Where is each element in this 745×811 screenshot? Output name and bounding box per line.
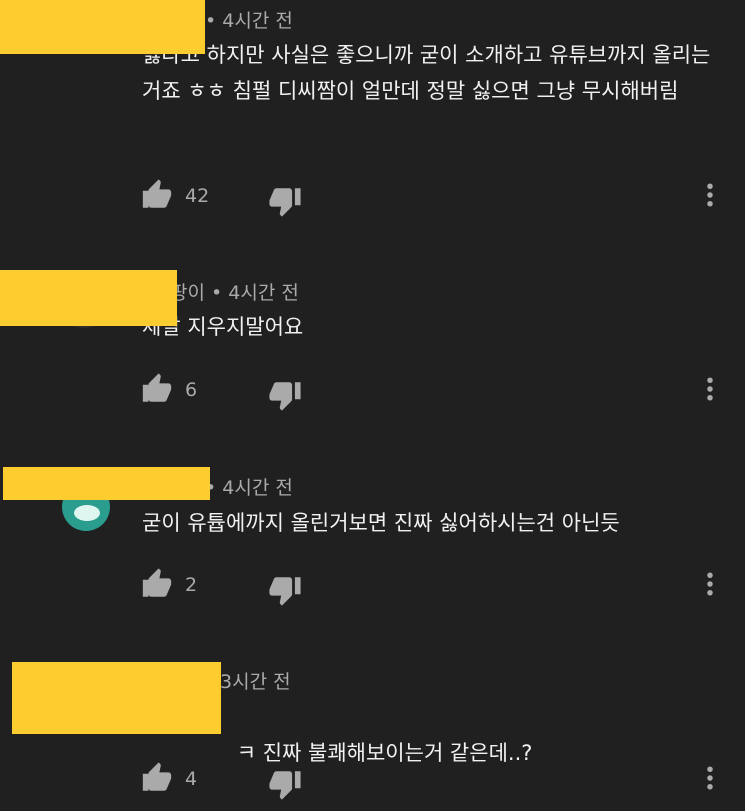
comment-actions: 2 [0, 565, 745, 607]
more-vert-icon[interactable] [695, 374, 725, 404]
comment-time[interactable]: 4시간 전 [222, 477, 293, 499]
like-count: 42 [185, 185, 210, 207]
redaction-overlay [3, 467, 210, 500]
like-icon[interactable] [140, 567, 174, 601]
comment-time[interactable]: 4시간 전 [222, 10, 293, 32]
comment-1: • 4시간 전 싫다고 하지만 사실은 좋으니까 굳이 소개하고 유튜브까지 올… [0, 0, 745, 240]
like-count: 6 [185, 379, 198, 401]
comment-time[interactable]: 3시간 전 [220, 671, 291, 693]
comment-text: 굳이 유튭에까지 올린거보면 진짜 싫어하시는건 아닌듯 [142, 511, 620, 535]
dislike-icon[interactable] [268, 573, 302, 607]
dislike-icon[interactable] [268, 378, 302, 412]
comment-text: 싫다고 하지만 사실은 좋으니까 굳이 소개하고 유튜브까지 올리는 거죠 ㅎㅎ… [142, 43, 718, 103]
comment-meta: • 4시간 전 [205, 473, 293, 500]
comment-actions: 4 [0, 759, 745, 801]
comment-meta: • 4시간 전 [205, 6, 293, 33]
more-vert-icon[interactable] [695, 180, 725, 210]
like-count: 4 [185, 768, 198, 790]
redaction-overlay [0, 0, 205, 54]
like-count: 2 [185, 574, 198, 596]
like-icon[interactable] [140, 178, 174, 212]
dislike-icon[interactable] [268, 184, 302, 218]
dislike-icon[interactable] [268, 767, 302, 801]
comment-actions: 6 [0, 370, 745, 412]
avatar-face [74, 505, 100, 521]
bullet: • [205, 10, 223, 32]
like-icon[interactable] [140, 761, 174, 795]
comment-meta: 팡이 • 4시간 전 [170, 278, 299, 305]
comment-text: 제발 지우지말어요 [142, 315, 304, 339]
comment-meta: 3시간 전 [220, 667, 291, 694]
comment-time[interactable]: 4시간 전 [228, 282, 299, 304]
bullet: • [204, 282, 229, 304]
more-vert-icon[interactable] [695, 569, 725, 599]
comment-4: 3시간 전 ㅋ 진짜 불쾌해보이는거 같은데..? 4 [0, 629, 745, 811]
redaction-overlay [12, 662, 221, 734]
comment-actions: 42 [0, 176, 745, 218]
like-icon[interactable] [140, 372, 174, 406]
comment-2: 팡이 • 4시간 전 제발 지우지말어요 6 [0, 240, 745, 435]
redaction-overlay [0, 270, 177, 326]
comment-3: • 4시간 전 굳이 유튭에까지 올린거보면 진짜 싫어하시는건 아닌듯 2 [0, 435, 745, 629]
more-vert-icon[interactable] [695, 763, 725, 793]
